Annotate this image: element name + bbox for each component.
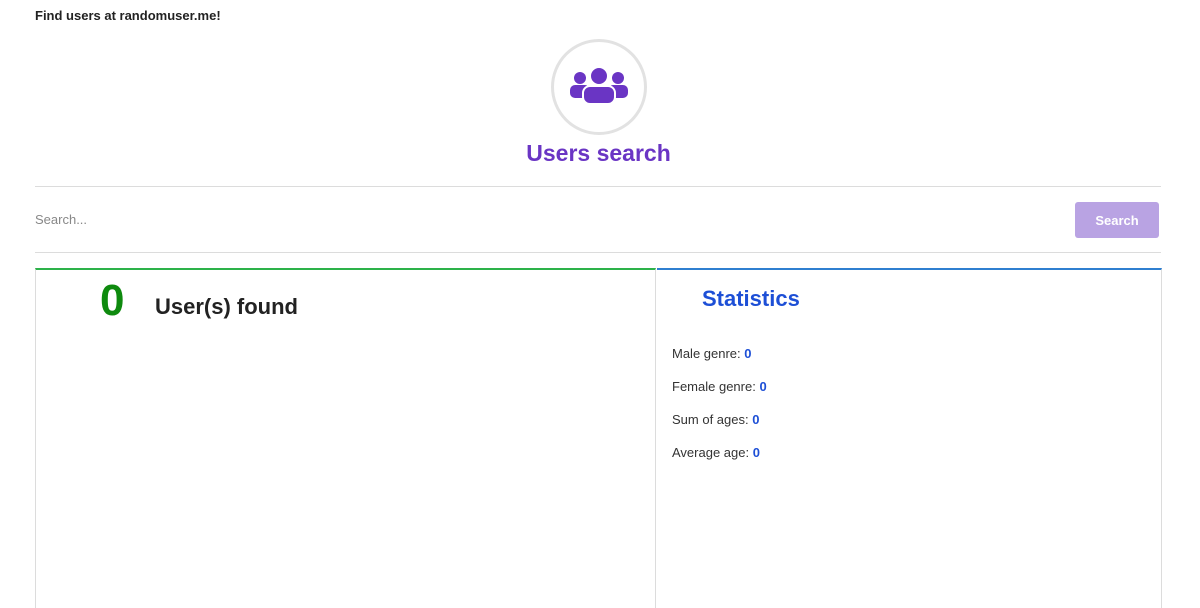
page-title: Users search	[526, 140, 671, 166]
stat-male-genre: Male genre: 0	[672, 346, 752, 361]
stat-label: Average age:	[672, 445, 750, 460]
stat-label: Male genre:	[672, 346, 741, 361]
search-input[interactable]	[35, 203, 1065, 235]
stat-value: 0	[752, 445, 760, 460]
intro-text: Find users at randomuser.me!	[35, 8, 221, 23]
logo	[551, 39, 647, 135]
stat-female-genre: Female genre: 0	[672, 379, 767, 394]
users-group-icon	[570, 67, 628, 105]
statistics-title: Statistics	[702, 286, 800, 311]
stat-sum-of-ages: Sum of ages: 0	[672, 412, 759, 427]
users-count: 0	[100, 276, 125, 325]
stat-label: Female genre:	[672, 379, 756, 394]
users-found-label: User(s) found	[155, 294, 298, 319]
stat-label: Sum of ages:	[672, 412, 749, 427]
statistics-panel: Statistics Male genre: 0 Female genre: 0…	[657, 268, 1162, 608]
stat-value: 0	[744, 346, 752, 361]
stat-value: 0	[752, 412, 760, 427]
stat-value: 0	[759, 379, 767, 394]
search-button[interactable]: Search	[1075, 202, 1159, 238]
results-panel: 0 User(s) found	[35, 268, 656, 608]
divider	[35, 252, 1161, 253]
divider	[35, 186, 1161, 187]
stat-average-age: Average age: 0	[672, 445, 760, 460]
